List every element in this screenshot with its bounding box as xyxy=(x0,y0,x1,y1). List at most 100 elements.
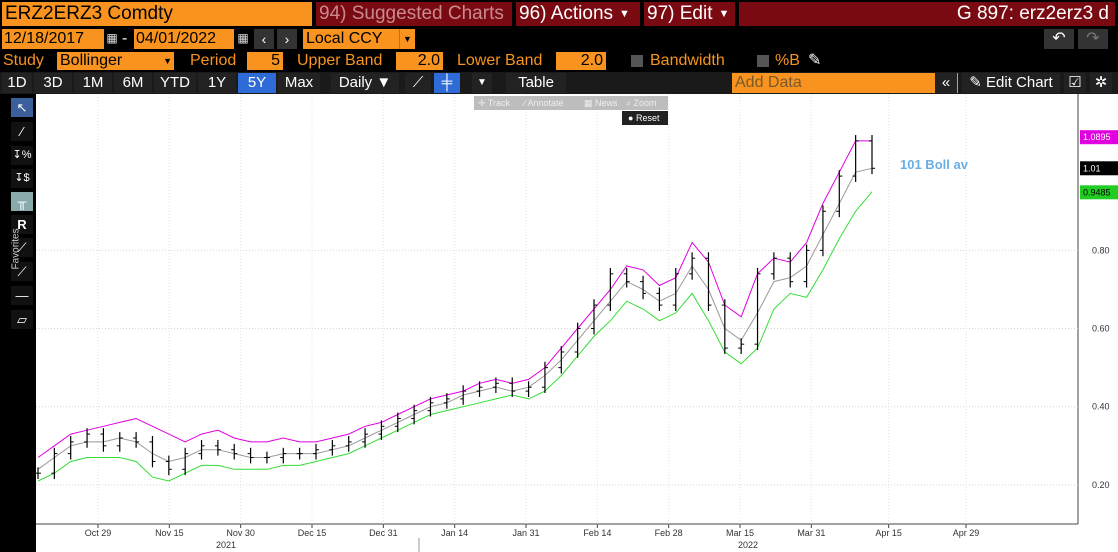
bar-chart-icon[interactable]: ╪ xyxy=(434,73,460,93)
y-tick-label: 0.40 xyxy=(1092,402,1110,412)
x-tick-label: Feb 28 xyxy=(655,528,683,538)
range-button-6m[interactable]: 6M xyxy=(114,73,152,93)
frequency-label: Daily xyxy=(338,74,373,91)
track-tool[interactable]: ✛ Track xyxy=(478,96,510,110)
x-tick-label: Nov 15 xyxy=(155,528,184,538)
range-button-5y[interactable]: 5Y xyxy=(238,73,276,93)
news-label: News xyxy=(595,98,618,108)
gear-icon[interactable]: ✲ xyxy=(1090,73,1112,93)
annotate-label: Annotate xyxy=(527,98,564,108)
x-tick-label: Nov 30 xyxy=(226,528,255,538)
prev-arrow-icon[interactable]: ‹ xyxy=(254,29,274,49)
date-separator: - xyxy=(122,30,128,47)
study-value: Bollinger xyxy=(60,52,123,69)
pctb-checkbox[interactable] xyxy=(757,55,769,67)
chevron-down-icon: ▼ xyxy=(376,74,392,91)
title-bar: ERZ2ERZ3 Comdty 94) Suggested Charts 96)… xyxy=(0,0,1118,28)
actions-num: 96) xyxy=(519,3,547,24)
start-date-field[interactable]: 12/18/2017 xyxy=(2,29,104,49)
edit-chart-label: Edit Chart xyxy=(986,74,1053,91)
pencil-icon: ✎ xyxy=(969,74,982,91)
chevron-down-icon[interactable]: ▼ xyxy=(472,73,492,93)
actions-button[interactable]: 96) Actions ▼ xyxy=(516,2,640,26)
x-tick-label: Mar 15 xyxy=(726,528,754,538)
end-date-field[interactable]: 04/01/2022 xyxy=(134,29,234,49)
reset-label: Reset xyxy=(635,113,660,123)
suggested-charts-button[interactable]: 94) Suggested Charts xyxy=(316,2,512,26)
caret-down-icon: ▼ xyxy=(718,8,730,20)
pctb-label: %B xyxy=(775,52,800,69)
redo-icon[interactable]: ↷ xyxy=(1078,29,1108,49)
annotate-tool[interactable]: ∕ Annotate xyxy=(524,96,564,110)
dollar-tool-icon[interactable]: ↧$ xyxy=(11,169,33,188)
study-select[interactable]: Bollinger ▼ xyxy=(57,52,174,70)
edit-num: 97) xyxy=(647,3,675,24)
collapse-left-icon[interactable]: « xyxy=(935,73,957,93)
legend-label: 101 Boll av xyxy=(900,157,969,172)
lower-band-label: Lower Band xyxy=(457,52,543,69)
favorites-label[interactable]: Favorites xyxy=(10,210,22,270)
upper-band-input[interactable]: 2.0 xyxy=(396,52,443,70)
currency-label: Local CCY xyxy=(306,30,383,47)
cursor-icon[interactable]: ↖ xyxy=(11,98,33,117)
table-button[interactable]: Table xyxy=(506,73,566,93)
last-price-tag: 1.01 xyxy=(1083,163,1101,173)
bandwidth-checkbox[interactable] xyxy=(631,55,643,67)
zoom-label: Zoom xyxy=(633,98,657,108)
price-chart[interactable]: 0.20 0.40 0.60 0.80 Oct 29 Nov 15 Nov 30 Dec 15… xyxy=(35,94,1118,552)
x-tick-label: Apr 15 xyxy=(875,528,902,538)
news-tool[interactable]: ▦ News xyxy=(584,96,618,110)
track-label: Track xyxy=(487,98,511,108)
favorites-text: Favorites xyxy=(10,228,22,270)
edit-chart-button[interactable]: ✎ Edit Chart xyxy=(962,73,1060,93)
y-tick-label: 0.60 xyxy=(1092,324,1110,334)
draw-line-icon[interactable]: ∕ xyxy=(11,122,33,141)
calendar-icon[interactable]: ▦ xyxy=(105,31,119,46)
calendar-icon[interactable]: ▦ xyxy=(236,31,250,46)
chevron-down-icon: ▼ xyxy=(163,56,172,66)
study-label: Study xyxy=(3,52,44,69)
line-chart-icon[interactable]: ⟋ xyxy=(405,73,431,93)
range-button-max[interactable]: Max xyxy=(278,73,320,93)
edit-layout-icon[interactable]: ☑ xyxy=(1064,73,1086,93)
range-button-ytd[interactable]: YTD xyxy=(154,73,196,93)
add-data-input[interactable]: Add Data xyxy=(732,73,958,93)
edit-button[interactable]: 97) Edit ▼ xyxy=(644,2,735,26)
undo-icon[interactable]: ↶ xyxy=(1044,29,1074,49)
currency-select[interactable]: Local CCY ▼ xyxy=(303,29,415,49)
graph-title: G 897: erz2erz3 d xyxy=(739,2,1115,26)
range-button-1d[interactable]: 1D xyxy=(2,73,32,93)
fibonacci-icon[interactable]: ╥ xyxy=(11,192,33,211)
ticker-field[interactable]: ERZ2ERZ3 Comdty xyxy=(2,2,312,26)
x-tick-label: Feb 14 xyxy=(583,528,611,538)
channel-icon[interactable]: ▱ xyxy=(11,310,33,329)
percent-tool-icon[interactable]: ↧% xyxy=(11,146,33,165)
caret-down-icon: ▼ xyxy=(619,8,630,20)
x-tick-label: Dec 15 xyxy=(298,528,327,538)
actions-label: Actions xyxy=(550,3,614,24)
reset-button[interactable]: ● Reset xyxy=(622,111,668,125)
range-button-1m[interactable]: 1M xyxy=(74,73,112,93)
year-label: 2022 xyxy=(738,540,758,550)
chart-tools-bar: ✛ Track ∕ Annotate ▦ News ⌕ Zoom xyxy=(474,96,668,110)
period-input[interactable]: 5 xyxy=(247,52,283,70)
suggested-label: Suggested Charts xyxy=(351,3,504,24)
frequency-select[interactable]: Daily ▼ xyxy=(331,73,399,93)
upper-band-tag: 1.0895 xyxy=(1083,132,1111,142)
chart-panel[interactable]: 0.20 0.40 0.60 0.80 Oct 29 Nov 15 Nov 30 Dec 15… xyxy=(35,94,1118,552)
edit-label: Edit xyxy=(679,3,713,24)
x-tick-label: Apr 29 xyxy=(953,528,980,538)
study-bar: Study Bollinger ▼ Period 5 Upper Band 2.0… xyxy=(0,50,1118,72)
reset-icon: ● xyxy=(628,113,634,123)
range-button-3d[interactable]: 3D xyxy=(34,73,72,93)
zoom-tool[interactable]: ⌕ Zoom xyxy=(626,96,657,110)
horizontal-line-icon[interactable]: — xyxy=(11,286,33,305)
lower-band-input[interactable]: 2.0 xyxy=(556,52,606,70)
suggested-num: 94) xyxy=(319,3,347,24)
range-toolbar: 1D 3D 1M 6M YTD 1Y 5Y Max Daily ▼ ⟋ ╪ ▼ Table A… xyxy=(0,72,1118,94)
range-button-1y[interactable]: 1Y xyxy=(198,73,236,93)
x-tick-label: Oct 29 xyxy=(85,528,112,538)
period-label: Period xyxy=(190,52,237,69)
next-arrow-icon[interactable]: › xyxy=(277,29,297,49)
pencil-icon[interactable]: ✎ xyxy=(808,50,821,72)
